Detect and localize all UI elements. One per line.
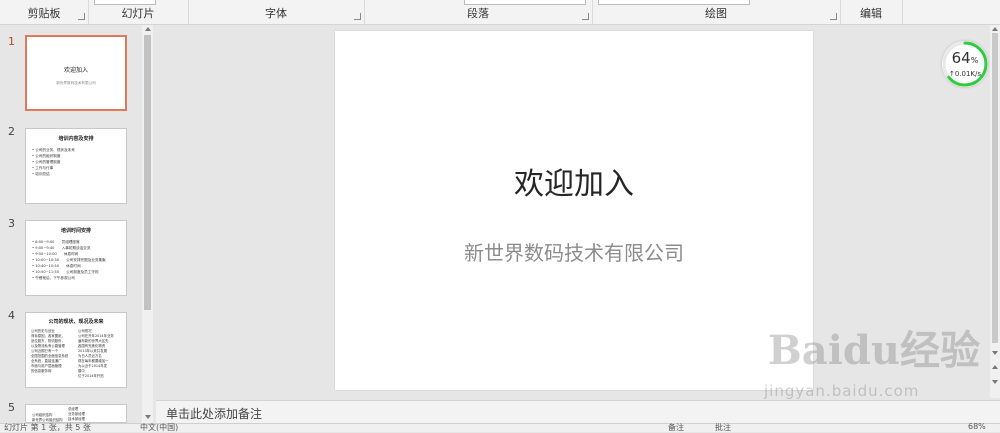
thumbnail-bullet: • 午餐就后，下午参观公司: [32, 276, 75, 280]
slide-scroll-thumb[interactable]: [992, 33, 998, 343]
thumbnail-title: 欢迎加入: [63, 67, 88, 74]
zoom-level[interactable]: 68%: [968, 422, 986, 431]
slide-thumbnail-3[interactable]: 培训时间安排 • 8:00~9:00 员组理座席 • 9:00~9:40 入事初…: [25, 220, 127, 296]
ribbon-group-label: 剪贴板: [27, 7, 61, 20]
thumbnail-number: 5: [8, 401, 15, 414]
thumbnail-title: 培训内容及安排: [58, 136, 94, 142]
watermark-brand: Baidu经验: [768, 327, 980, 374]
ribbon-group-label: 绘图: [705, 7, 727, 20]
scroll-up-icon[interactable]: [992, 27, 998, 31]
ribbon-group-font[interactable]: 字体: [188, 0, 365, 24]
ribbon-group-label: 字体: [265, 7, 287, 20]
baidu-watermark: Baidu经验 jingyan.baidu.com: [760, 318, 1000, 408]
network-speed-widget[interactable]: 64% ↑0.01K/s: [942, 41, 988, 87]
slide-title[interactable]: 欢迎加入: [335, 159, 813, 203]
watermark-url: jingyan.baidu.com: [764, 382, 920, 400]
ribbon-group-label: 段落: [467, 7, 489, 20]
thumbnail-right-column: 总经理 业务部经理 技术部经理: [68, 407, 85, 421]
scroll-down-icon[interactable]: [145, 415, 151, 419]
thumbnail-scroll-thumb[interactable]: [144, 35, 151, 310]
ribbon-group-paragraph[interactable]: 段落: [364, 0, 593, 24]
slide-count-status: 幻灯片 第 1 张，共 5 张: [4, 423, 91, 432]
ribbon: 剪贴板 幻灯片 字体 段落 绘图 编辑: [0, 0, 1000, 25]
drawing-launcher-icon[interactable]: [830, 13, 837, 20]
ribbon-group-clipboard[interactable]: 剪贴板: [0, 0, 89, 24]
clipboard-launcher-icon[interactable]: [78, 13, 85, 20]
slide-thumbnail-1[interactable]: 欢迎加入 新世界数码技术有限公司: [25, 35, 127, 111]
paragraph-launcher-icon[interactable]: [582, 13, 589, 20]
thumbnail-bullet: • 培训总结: [32, 172, 50, 176]
scroll-up-icon[interactable]: [145, 27, 151, 31]
ribbon-group-label: 编辑: [860, 7, 882, 20]
slide-thumbnail-4[interactable]: 公司的现状、现况及未来 公司历史与创业 商标原因，各家图纸， 品位股东，物流股份， …: [25, 312, 127, 388]
thumbnail-subtitle: 新世界数码技术有限公司: [56, 81, 96, 85]
ribbon-group-slides[interactable]: 幻灯片: [88, 0, 189, 24]
thumbnail-number: 4: [8, 309, 15, 322]
slide-thumbnail-5[interactable]: 公司组织结构 新世界公司组织结构 总经理 业务部经理 技术部经理: [25, 404, 127, 423]
notes-placeholder[interactable]: 单击此处添加备注: [166, 405, 262, 422]
ribbon-group-editing[interactable]: 编辑: [840, 0, 903, 24]
language-status[interactable]: 中文(中国): [140, 422, 178, 433]
ribbon-group-drawing[interactable]: 绘图: [592, 0, 841, 24]
slide-subtitle[interactable]: 新世界数码技术有限公司: [335, 237, 813, 266]
thumbnail-title: 公司的现状、现况及未来: [48, 319, 104, 325]
thumbnail-number: 1: [8, 35, 15, 48]
notes-toggle[interactable]: 备注: [668, 422, 684, 433]
speed-rate: ↑0.01K/s: [948, 70, 982, 78]
slide-thumbnail-pane[interactable]: 1 欢迎加入 新世界数码技术有限公司 2 培训内容及安排 • 公司的业务、现状及…: [0, 25, 155, 423]
thumbnail-scrollbar[interactable]: [142, 25, 153, 423]
comments-toggle[interactable]: 批注: [715, 422, 731, 433]
thumbnail-number: 2: [8, 125, 15, 138]
thumbnail-title: 培训时间安排: [60, 228, 91, 234]
font-launcher-icon[interactable]: [354, 13, 361, 20]
ribbon-group-label: 幻灯片: [121, 7, 155, 20]
thumbnail-number: 3: [8, 217, 15, 230]
slide-thumbnail-2[interactable]: 培训内容及安排 • 公司的业务、现状及未来 • 公司的组织制度 • 公司的管理制…: [25, 128, 127, 204]
thumbnail-left-column: 公司历史与创业 商标原因，各家图纸， 品位股东，物流股份， 以及物流私有公路管理 公司…: [31, 329, 69, 373]
speed-percent: 64%: [951, 49, 979, 67]
current-slide[interactable]: 欢迎加入 新世界数码技术有限公司: [335, 31, 813, 390]
thumbnail-right-column: 公司现况 公司在开年2014年业务 遍布新的世界大区先 各国有完美化物资 2013年以…: [78, 329, 114, 378]
